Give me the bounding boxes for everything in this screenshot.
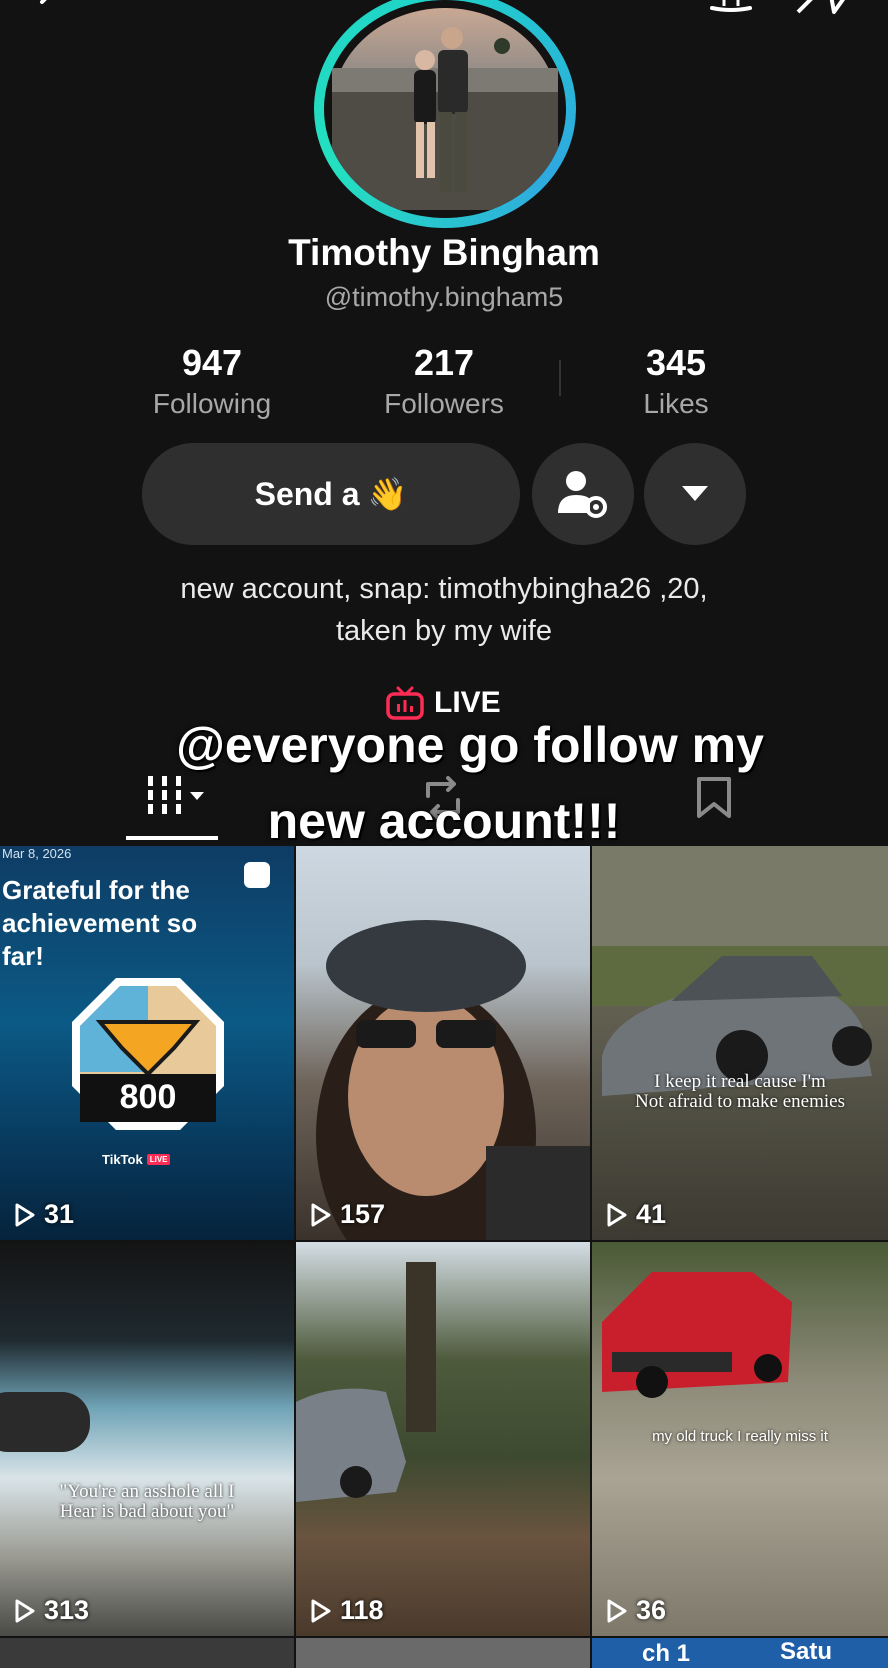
bell-icon[interactable] [706, 0, 756, 25]
video-title: Grateful for the achievement so far! [2, 875, 198, 971]
brand-live-tag: LIVE [146, 1154, 171, 1165]
following-label: Following [152, 388, 272, 419]
live-label: LIVE [434, 686, 501, 719]
wave-emoji-icon: 👋 [367, 476, 408, 512]
followers-label: Followers [384, 388, 504, 419]
live-link[interactable]: LIVE [386, 686, 501, 720]
video-tile-6[interactable]: my old truck I really miss it 36 [592, 1242, 888, 1636]
multi-photo-icon [244, 862, 270, 888]
view-count: 36 [606, 1595, 666, 1626]
bio: new account, snap: timothybingha26 ,20, … [0, 568, 888, 652]
view-count: 313 [14, 1595, 89, 1626]
tiktok-brand: TikTok LIVE [102, 1152, 171, 1167]
play-icon [311, 1203, 331, 1226]
video-tile-2[interactable]: 157 [296, 846, 590, 1240]
back-icon[interactable] [30, 0, 70, 19]
view-count: 157 [310, 1199, 385, 1230]
view-count: 31 [14, 1199, 74, 1230]
bio-line-1: new account, snap: timothybingha26 ,20, [180, 573, 708, 605]
send-wave-button[interactable]: Send a 👋 [142, 443, 520, 545]
overlay-line-1: @everyone go follow my [176, 717, 764, 773]
avatar-photo [332, 8, 558, 210]
caret-down-icon [682, 486, 708, 501]
brand-name: TikTok [102, 1152, 143, 1167]
video-caption: my old truck I really miss it [652, 1428, 828, 1445]
overlay-line-2: new account!!! [267, 793, 621, 849]
view-count: 118 [310, 1595, 384, 1626]
video-caption: I keep it real cause I'm Not afraid to m… [635, 1071, 845, 1112]
live-tv-icon [386, 686, 424, 720]
send-label: Send a [254, 475, 360, 512]
likes-label: Likes [643, 388, 709, 419]
stat-likes[interactable]: 345 Likes [576, 342, 776, 420]
thumbnail-face [316, 920, 590, 1240]
partial-caption-left: ch 1 [642, 1640, 691, 1667]
thumbnail-windshield [0, 1392, 90, 1452]
play-icon [15, 1599, 35, 1622]
stat-following[interactable]: 947 Following [112, 342, 312, 420]
play-icon [15, 1203, 35, 1226]
profile-handle: @timothy.bingham5 [324, 282, 564, 312]
video-tile-8[interactable] [296, 1638, 590, 1668]
stat-followers[interactable]: 217 Followers [344, 342, 544, 420]
followers-count: 217 [413, 342, 475, 383]
thumbnail-yard [296, 1262, 436, 1502]
view-count: 41 [606, 1199, 666, 1230]
profile-name: Timothy Bingham [288, 232, 600, 273]
share-icon[interactable] [794, 0, 850, 27]
badge-number: 800 [119, 1078, 177, 1116]
stats-divider [559, 360, 561, 396]
likes-count: 345 [645, 342, 707, 383]
video-tile-9[interactable]: ch 1 Satu [592, 1638, 888, 1668]
video-tile-1[interactable]: Mar 8, 2026 Grateful for the achievement… [0, 846, 294, 1240]
video-caption: "You're an asshole all I Hear is bad abo… [59, 1481, 235, 1522]
play-icon [607, 1203, 627, 1226]
play-icon [311, 1599, 331, 1622]
video-tile-7[interactable] [0, 1638, 294, 1668]
thumbnail-car [592, 846, 888, 1096]
video-tile-4[interactable]: "You're an asshole all I Hear is bad abo… [0, 1242, 294, 1636]
play-icon [607, 1599, 627, 1622]
user-gear-icon [558, 471, 607, 518]
video-date: Mar 8, 2026 [2, 846, 72, 861]
more-options-button[interactable] [644, 443, 746, 545]
following-count: 947 [181, 342, 243, 383]
video-tile-5[interactable]: 118 [296, 1242, 590, 1636]
partial-caption-right: Satu [780, 1638, 833, 1665]
friend-settings-button[interactable] [532, 443, 634, 545]
bio-line-2: taken by my wife [336, 615, 552, 647]
avatar[interactable] [314, 0, 576, 228]
video-tile-3[interactable]: I keep it real cause I'm Not afraid to m… [592, 846, 888, 1240]
